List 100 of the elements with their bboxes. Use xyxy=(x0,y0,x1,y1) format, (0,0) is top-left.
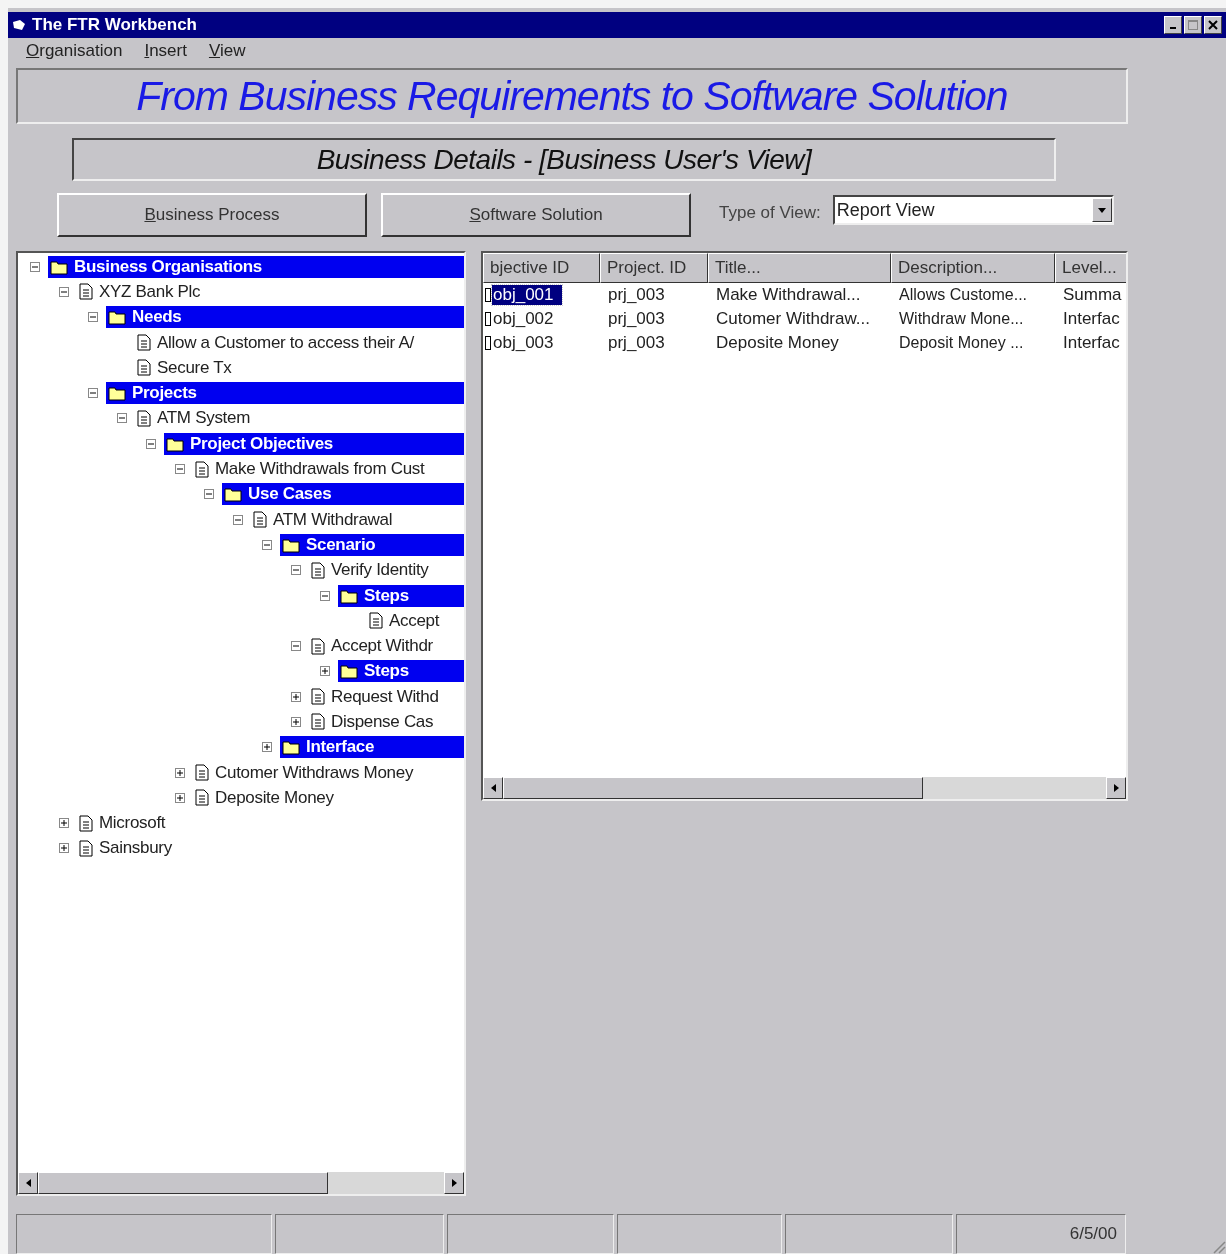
collapse-icon[interactable] xyxy=(291,565,301,576)
expand-icon[interactable] xyxy=(291,717,301,727)
horizontal-scrollbar[interactable] xyxy=(18,1172,464,1194)
tree-node[interactable]: XYZ Bank Plc xyxy=(77,280,464,303)
column-header[interactable]: Project. ID xyxy=(600,253,708,283)
scroll-left-icon[interactable] xyxy=(483,777,503,799)
collapse-icon[interactable] xyxy=(88,388,98,399)
document-icon xyxy=(369,612,383,630)
tree-node[interactable]: Sainsbury xyxy=(77,837,464,860)
tree-node[interactable]: Make Withdrawals from Cust xyxy=(193,458,464,480)
tree-node[interactable]: Projects xyxy=(106,382,464,405)
collapse-icon[interactable] xyxy=(117,413,127,424)
collapse-icon[interactable] xyxy=(146,438,156,449)
scroll-thumb[interactable] xyxy=(38,1172,328,1194)
tree-node[interactable]: Interface xyxy=(280,736,464,759)
tree-node-label: Request Withd xyxy=(331,686,439,707)
tree-node[interactable]: Allow a Customer to access their A/ xyxy=(135,331,464,354)
expand-icon[interactable] xyxy=(59,818,69,829)
document-icon xyxy=(79,839,93,857)
column-header[interactable]: Level... xyxy=(1055,253,1126,283)
tree-node[interactable]: Accept Withdr xyxy=(309,635,464,658)
table-cell: Deposit Money ... xyxy=(899,334,1024,352)
document-icon xyxy=(195,460,209,478)
collapse-icon[interactable] xyxy=(291,641,301,652)
view-type-dropdown[interactable]: Report View xyxy=(832,195,1114,225)
mode-button[interactable]: Software Solution xyxy=(381,193,691,237)
tree-node[interactable]: Project Objectives xyxy=(164,432,464,455)
close-button[interactable] xyxy=(1204,16,1222,34)
tree-node-label: Microsoft xyxy=(99,813,166,834)
tree-node[interactable]: Secure Tx xyxy=(135,356,464,379)
expand-icon[interactable] xyxy=(175,767,185,778)
minimize-button[interactable] xyxy=(1164,16,1182,34)
collapse-icon[interactable] xyxy=(262,539,272,550)
tree-node[interactable]: Use Cases xyxy=(222,483,464,506)
collapse-icon[interactable] xyxy=(30,261,40,272)
expand-icon[interactable] xyxy=(262,742,272,753)
document-icon xyxy=(253,511,267,529)
table-cell: prj_003 xyxy=(608,285,665,305)
tree-node-label: Accept xyxy=(389,610,440,631)
tree-node[interactable]: Business Organisations xyxy=(48,255,464,278)
document-icon xyxy=(79,283,93,301)
folder-icon xyxy=(282,536,300,553)
collapse-icon[interactable] xyxy=(175,464,185,474)
tree-node[interactable]: Cutomer Withdraws Money xyxy=(193,761,464,784)
document-icon xyxy=(137,409,151,427)
scroll-thumb[interactable] xyxy=(503,777,923,799)
mode-button[interactable]: Business Process xyxy=(57,193,367,237)
tree-node[interactable]: ATM System xyxy=(135,407,464,430)
tree-node[interactable]: Needs xyxy=(106,306,464,329)
document-icon xyxy=(79,814,93,832)
menu-item[interactable]: Insert xyxy=(144,41,187,61)
expand-icon[interactable] xyxy=(291,691,301,702)
table-cell[interactable]: obj_001 xyxy=(492,285,562,305)
scroll-left-icon[interactable] xyxy=(18,1172,38,1194)
table-cell: Interfac xyxy=(1063,333,1120,353)
column-header[interactable]: Title... xyxy=(708,253,891,283)
app-icon xyxy=(12,19,26,31)
collapse-icon[interactable] xyxy=(88,312,98,323)
collapse-icon[interactable] xyxy=(204,489,214,500)
tree-node-label: Interface xyxy=(306,737,375,758)
horizontal-scrollbar[interactable] xyxy=(483,777,1126,799)
document-icon xyxy=(311,561,325,579)
tree-node[interactable]: Accept xyxy=(367,609,464,632)
table-cell[interactable]: obj_003 xyxy=(492,333,562,353)
tree-node-label: Use Cases xyxy=(248,484,332,505)
tree-node[interactable]: Dispense Cas xyxy=(309,711,464,733)
dropdown-value: Report View xyxy=(836,199,936,221)
column-header[interactable]: Description... xyxy=(891,253,1055,283)
collapse-icon[interactable] xyxy=(320,590,330,601)
maximize-button[interactable] xyxy=(1184,16,1202,34)
tree-node[interactable]: Scenario xyxy=(280,533,464,556)
folder-icon xyxy=(166,435,184,452)
tree-node-label: Sainsbury xyxy=(99,838,172,859)
document-icon xyxy=(195,764,209,782)
scroll-right-icon[interactable] xyxy=(444,1172,464,1194)
tree-node[interactable]: Microsoft xyxy=(77,812,464,835)
tree-node[interactable]: Verify Identity xyxy=(309,559,464,582)
collapse-icon[interactable] xyxy=(233,514,243,525)
view-subtitle: Business Details - [Business User's View] xyxy=(316,143,812,176)
menu-item[interactable]: View xyxy=(208,41,246,61)
tree-node-label: ATM System xyxy=(157,408,251,429)
expand-icon[interactable] xyxy=(320,666,330,677)
tree-node[interactable]: ATM Withdrawal xyxy=(251,508,464,531)
tree-node[interactable]: Deposite Money xyxy=(193,786,464,809)
expand-icon[interactable] xyxy=(59,843,69,854)
resize-grip-icon[interactable] xyxy=(1212,1240,1226,1254)
tree-node[interactable]: Steps xyxy=(338,584,464,607)
tree-node-label: Dispense Cas xyxy=(331,712,434,732)
view-type-label: Type of View: xyxy=(719,203,821,223)
column-header[interactable]: bjective ID xyxy=(483,253,600,283)
tree-node[interactable]: Steps xyxy=(338,660,464,683)
dropdown-button[interactable] xyxy=(1091,198,1112,222)
scroll-right-icon[interactable] xyxy=(1106,777,1126,799)
expand-icon[interactable] xyxy=(175,792,185,803)
collapse-icon[interactable] xyxy=(59,286,69,297)
table-cell: Interfac xyxy=(1063,309,1120,329)
menu-item[interactable]: Organisation xyxy=(26,41,123,61)
item-icon xyxy=(485,312,491,326)
tree-node[interactable]: Request Withd xyxy=(309,685,464,708)
table-cell[interactable]: obj_002 xyxy=(492,309,562,329)
